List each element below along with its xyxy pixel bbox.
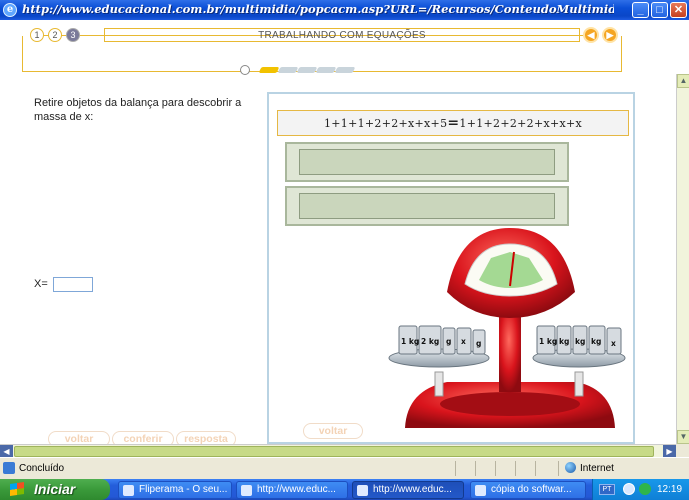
stage-voltar-button[interactable]: voltar (303, 423, 363, 439)
document-icon (475, 485, 486, 496)
step-3-button[interactable]: 3 (66, 28, 80, 42)
x-label: X= (34, 278, 48, 290)
ie-icon (241, 485, 252, 496)
next-arrow-button[interactable]: ▶ (602, 27, 618, 43)
clock: 12:19 (657, 484, 683, 495)
balance-scale: 1 kg 2 kg g x g 1 kg kg kg kg x (388, 228, 626, 428)
status-text: Concluído (19, 463, 65, 474)
taskbar-item[interactable]: Fliperama - O seu... (118, 481, 232, 499)
close-button[interactable]: ✕ (670, 2, 687, 18)
weight-label: g (446, 337, 451, 346)
maximize-button[interactable]: □ (651, 2, 668, 18)
equation-display: 1+1+1+2+2+x+x+5=1+1+2+2+2+x+x+x (277, 110, 629, 136)
taskbar-item-active[interactable]: http://www.educ... (352, 481, 464, 499)
ie-icon (123, 485, 134, 496)
ie-logo-icon: e (3, 3, 17, 17)
progress-start-dot (240, 65, 250, 75)
title-bar: e http://www.educacional.com.br/multimid… (0, 0, 689, 20)
page-done-icon (3, 462, 15, 474)
progress-pencil-icon (296, 67, 318, 73)
weight-label: x (461, 337, 466, 346)
weight-label: kg (591, 337, 601, 346)
instruction-text: Retire objetos da balança para descobrir… (34, 97, 242, 123)
page-content: TRABALHANDO COM EQUAÇÕES 1 2 3 ◀ ▶ Retir… (0, 20, 676, 444)
tray-app-icon[interactable] (639, 483, 651, 495)
conferir-button[interactable]: conferir (112, 431, 174, 444)
language-indicator[interactable]: PT (599, 484, 615, 495)
equals-sign: = (447, 115, 460, 131)
start-button[interactable]: Iniciar (0, 479, 110, 500)
taskbar-item[interactable]: cópia do softwar... (470, 481, 586, 499)
vertical-scrollbar[interactable]: ▲ ▼ (676, 74, 689, 444)
step-1-button[interactable]: 1 (30, 28, 44, 42)
progress-pencil-icon (334, 67, 356, 73)
removed-objects-shelf[interactable] (285, 142, 569, 182)
progress-pencil-icon (258, 67, 280, 73)
browser-window: e http://www.educacional.com.br/multimid… (0, 0, 689, 500)
horizontal-scrollbar[interactable]: ◀ ▶ (0, 444, 676, 458)
taskbar-item[interactable]: http://www.educ... (236, 481, 348, 499)
security-zone-label: Internet (580, 463, 614, 474)
tray-arrow-icon[interactable] (623, 483, 635, 495)
internet-zone-icon (565, 462, 576, 473)
equation-right-side: 1+1+2+2+2+x+x+x (459, 117, 583, 130)
x-answer-input[interactable] (53, 277, 93, 292)
prev-arrow-button[interactable]: ◀ (583, 27, 599, 43)
taskbar: Iniciar Fliperama - O seu... http://www.… (0, 479, 689, 500)
weight-label: x (611, 339, 616, 348)
removed-objects-shelf[interactable] (285, 186, 569, 226)
progress-pencil-icon (277, 67, 299, 73)
weight-label: g (476, 339, 481, 348)
weight-label: 2 kg (421, 337, 439, 346)
scroll-up-button[interactable]: ▲ (677, 74, 689, 88)
system-tray: PT 12:19 (592, 479, 689, 500)
window-title: http://www.educacional.com.br/multimidia… (22, 2, 614, 16)
balance-stage: 1+1+1+2+2+x+x+5=1+1+2+2+2+x+x+x 1 kg 2 k… (267, 92, 635, 444)
header-title-box: TRABALHANDO COM EQUAÇÕES (104, 28, 580, 42)
step-2-button[interactable]: 2 (48, 28, 62, 42)
weight-label: 1 kg (401, 337, 419, 346)
scroll-down-button[interactable]: ▼ (677, 430, 689, 444)
minimize-button[interactable]: _ (632, 2, 649, 18)
windows-flag-icon (10, 482, 24, 496)
page-title: TRABALHANDO COM EQUAÇÕES (258, 30, 426, 41)
weight-label: kg (575, 337, 585, 346)
resposta-button[interactable]: resposta (176, 431, 236, 444)
voltar-button[interactable]: voltar (48, 431, 110, 444)
activity-header: TRABALHANDO COM EQUAÇÕES 1 2 3 ◀ ▶ (10, 24, 630, 78)
weight-label: 1 kg (539, 337, 557, 346)
weight-label: kg (559, 337, 569, 346)
equation-left-side: 1+1+1+2+2+x+x+5 (323, 117, 448, 130)
status-bar: Concluído Internet (0, 457, 689, 479)
horizontal-scroll-thumb[interactable] (14, 446, 654, 457)
start-label: Iniciar (34, 481, 76, 497)
progress-pencil-icon (315, 67, 337, 73)
ie-icon (357, 485, 368, 496)
